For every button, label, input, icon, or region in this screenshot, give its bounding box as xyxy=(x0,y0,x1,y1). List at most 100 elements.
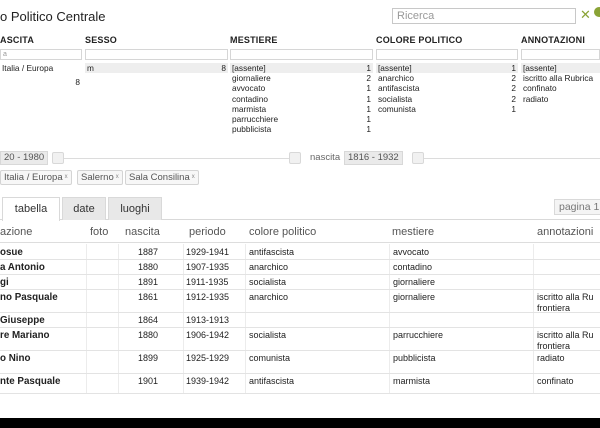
facet-item-label: contadino xyxy=(232,93,268,104)
remove-filter-icon[interactable]: x xyxy=(192,174,195,180)
cell-periodo: 1912-1935 xyxy=(186,292,230,302)
pagination[interactable]: pagina 1 xyxy=(554,199,600,215)
facet-nascita: ASCITA a Italia / Europa 8 xyxy=(0,35,82,87)
cell-name[interactable]: re Mariano xyxy=(0,330,50,341)
facet-item-label: [assente] xyxy=(378,63,412,73)
column-header-periodo[interactable]: periodo xyxy=(189,226,226,238)
cell-periodo: 1907-1935 xyxy=(186,262,230,272)
facet-annotazioni: ANNOTAZIONI [assente] iscritto alla Rubri… xyxy=(521,35,600,104)
table-row[interactable]: re Mariano 1880 1906-1942 socialista parrucc… xyxy=(0,328,600,351)
cell-name[interactable]: no Pasquale xyxy=(0,292,58,303)
filter-chip[interactable]: Salerno x xyxy=(77,170,123,185)
facet-item-count: 2 xyxy=(366,73,371,84)
facet-item[interactable]: giornaliere 2 xyxy=(230,73,373,83)
cell-mestiere: avvocato xyxy=(393,247,430,257)
column-header-denominazione[interactable]: azione xyxy=(0,226,32,238)
column-header-foto[interactable]: foto xyxy=(90,226,108,238)
clear-search-icon[interactable]: ✕ xyxy=(580,8,591,22)
tab-date[interactable]: date xyxy=(62,197,106,220)
filter-chip[interactable]: Italia / Europa x xyxy=(0,170,72,185)
facet-filter-annotazioni[interactable] xyxy=(521,49,600,60)
table-row[interactable]: no Pasquale 1861 1912-1935 anarchico giornal… xyxy=(0,290,600,313)
cell-annotazioni: iscritto alla Ru frontiera xyxy=(537,330,594,351)
facet-item[interactable]: confinato xyxy=(521,83,600,93)
cell-name[interactable]: gi xyxy=(0,277,9,288)
cell-mestiere: giornaliere xyxy=(393,277,436,287)
facet-item[interactable]: Italia / Europa xyxy=(0,63,82,73)
facet-filter-nascita[interactable]: a xyxy=(0,49,82,60)
facet-item-label: confinato xyxy=(523,83,557,94)
remove-filter-icon[interactable]: x xyxy=(116,174,119,180)
facet-item[interactable]: contadino 1 xyxy=(230,94,373,104)
facet-item[interactable]: antifascista 2 xyxy=(376,83,518,93)
facet-item-count: 2 xyxy=(511,83,516,94)
cell-periodo: 1911-1935 xyxy=(186,277,229,287)
cell-name[interactable]: o Nino xyxy=(0,353,30,364)
cell-name[interactable]: Giuseppe xyxy=(0,315,45,326)
cell-nascita: 1864 xyxy=(137,315,158,325)
cell-name[interactable]: nte Pasquale xyxy=(0,376,60,387)
tab-tabella[interactable]: tabella xyxy=(2,197,60,221)
table-row[interactable]: nte Pasquale 1901 1939-1942 antifascista mar… xyxy=(0,374,600,394)
facet-item[interactable]: socialista 2 xyxy=(376,94,518,104)
settings-icon[interactable] xyxy=(594,7,600,17)
facet-item[interactable]: parrucchiere 1 xyxy=(230,114,373,124)
facet-item[interactable]: [assente] 1 xyxy=(376,63,518,74)
cell-nascita: 1880 xyxy=(137,262,158,272)
range-handle-right[interactable] xyxy=(289,152,301,164)
column-header-nascita[interactable]: nascita xyxy=(125,226,160,238)
facet-filter-sesso[interactable] xyxy=(85,49,228,60)
facet-item[interactable]: m8 xyxy=(85,63,228,74)
range-handle-left[interactable] xyxy=(52,152,64,164)
cell-mestiere: pubblicista xyxy=(393,353,436,363)
column-header-colore-politico[interactable]: colore politico xyxy=(249,226,316,238)
filter-chip[interactable]: Sala Consilina x xyxy=(125,170,199,185)
facet-item-label: iscritto alla Rubrica xyxy=(523,73,594,84)
filter-chip-label: Salerno xyxy=(81,172,114,183)
facet-item[interactable]: 8 xyxy=(0,77,82,87)
facet-item[interactable]: [assente] 1 xyxy=(230,63,373,74)
cell-colore: comunista xyxy=(249,353,291,363)
range-nascita-value: 1816 - 1932 xyxy=(344,151,403,165)
column-header-annotazioni[interactable]: annotazioni xyxy=(537,226,593,238)
facet-item[interactable]: radiato xyxy=(521,94,600,104)
cell-mestiere: marmista xyxy=(393,376,431,386)
cell-periodo: 1906-1942 xyxy=(186,330,230,340)
table-row[interactable]: a Antonio 1880 1907-1935 anarchico contadino xyxy=(0,260,600,275)
range-track[interactable] xyxy=(424,158,600,159)
table-row[interactable]: osue 1887 1929-1941 antifascista avvocato xyxy=(0,245,600,260)
table-row[interactable]: gi 1891 1911-1935 socialista giornaliere xyxy=(0,275,600,290)
facet-filter-colore-politico[interactable] xyxy=(376,49,518,60)
facet-header-mestiere: MESTIERE xyxy=(230,35,278,45)
tab-luoghi[interactable]: luoghi xyxy=(108,197,162,220)
cell-annotazioni: confinato xyxy=(537,376,574,386)
cell-colore: socialista xyxy=(249,330,287,340)
table-row[interactable]: o Nino 1899 1925-1929 comunista pubblicista r… xyxy=(0,351,600,374)
search-input[interactable] xyxy=(392,8,576,24)
facet-item[interactable]: avvocato 1 xyxy=(230,83,373,93)
cell-nascita: 1899 xyxy=(137,353,158,363)
column-header-mestiere[interactable]: mestiere xyxy=(392,226,434,238)
facet-item[interactable]: iscritto alla Rubrica xyxy=(521,73,600,83)
remove-filter-icon[interactable]: x xyxy=(65,174,68,180)
facet-item[interactable]: marmista 1 xyxy=(230,104,373,114)
facet-item-count: 2 xyxy=(511,73,516,84)
facet-filter-hint: a xyxy=(3,51,7,58)
range-track[interactable] xyxy=(64,158,289,159)
facet-item[interactable]: [assente] xyxy=(521,63,600,74)
facet-item[interactable]: pubblicista 1 xyxy=(230,124,373,134)
range-periodo-value: 20 - 1980 xyxy=(0,151,49,165)
facet-filter-mestiere[interactable] xyxy=(230,49,373,60)
cell-name[interactable]: osue xyxy=(0,247,23,258)
range-handle-left[interactable] xyxy=(412,152,424,164)
table-row[interactable]: Giuseppe 1864 1913-1913 xyxy=(0,313,600,328)
facet-item[interactable]: comunista 1 xyxy=(376,104,518,114)
cell-name[interactable]: a Antonio xyxy=(0,262,45,273)
cell-periodo: 1925-1929 xyxy=(186,353,230,363)
filter-chip-label: Sala Consilina xyxy=(129,172,190,183)
facet-item[interactable]: anarchico 2 xyxy=(376,73,518,83)
facet-item-count: 1 xyxy=(366,83,371,94)
facet-colore-politico: COLORE POLITICO [assente] 1 anarchico 2 anti… xyxy=(376,35,518,114)
facet-header-colore-politico: COLORE POLITICO xyxy=(376,35,463,45)
facet-item-label: m xyxy=(87,63,94,73)
